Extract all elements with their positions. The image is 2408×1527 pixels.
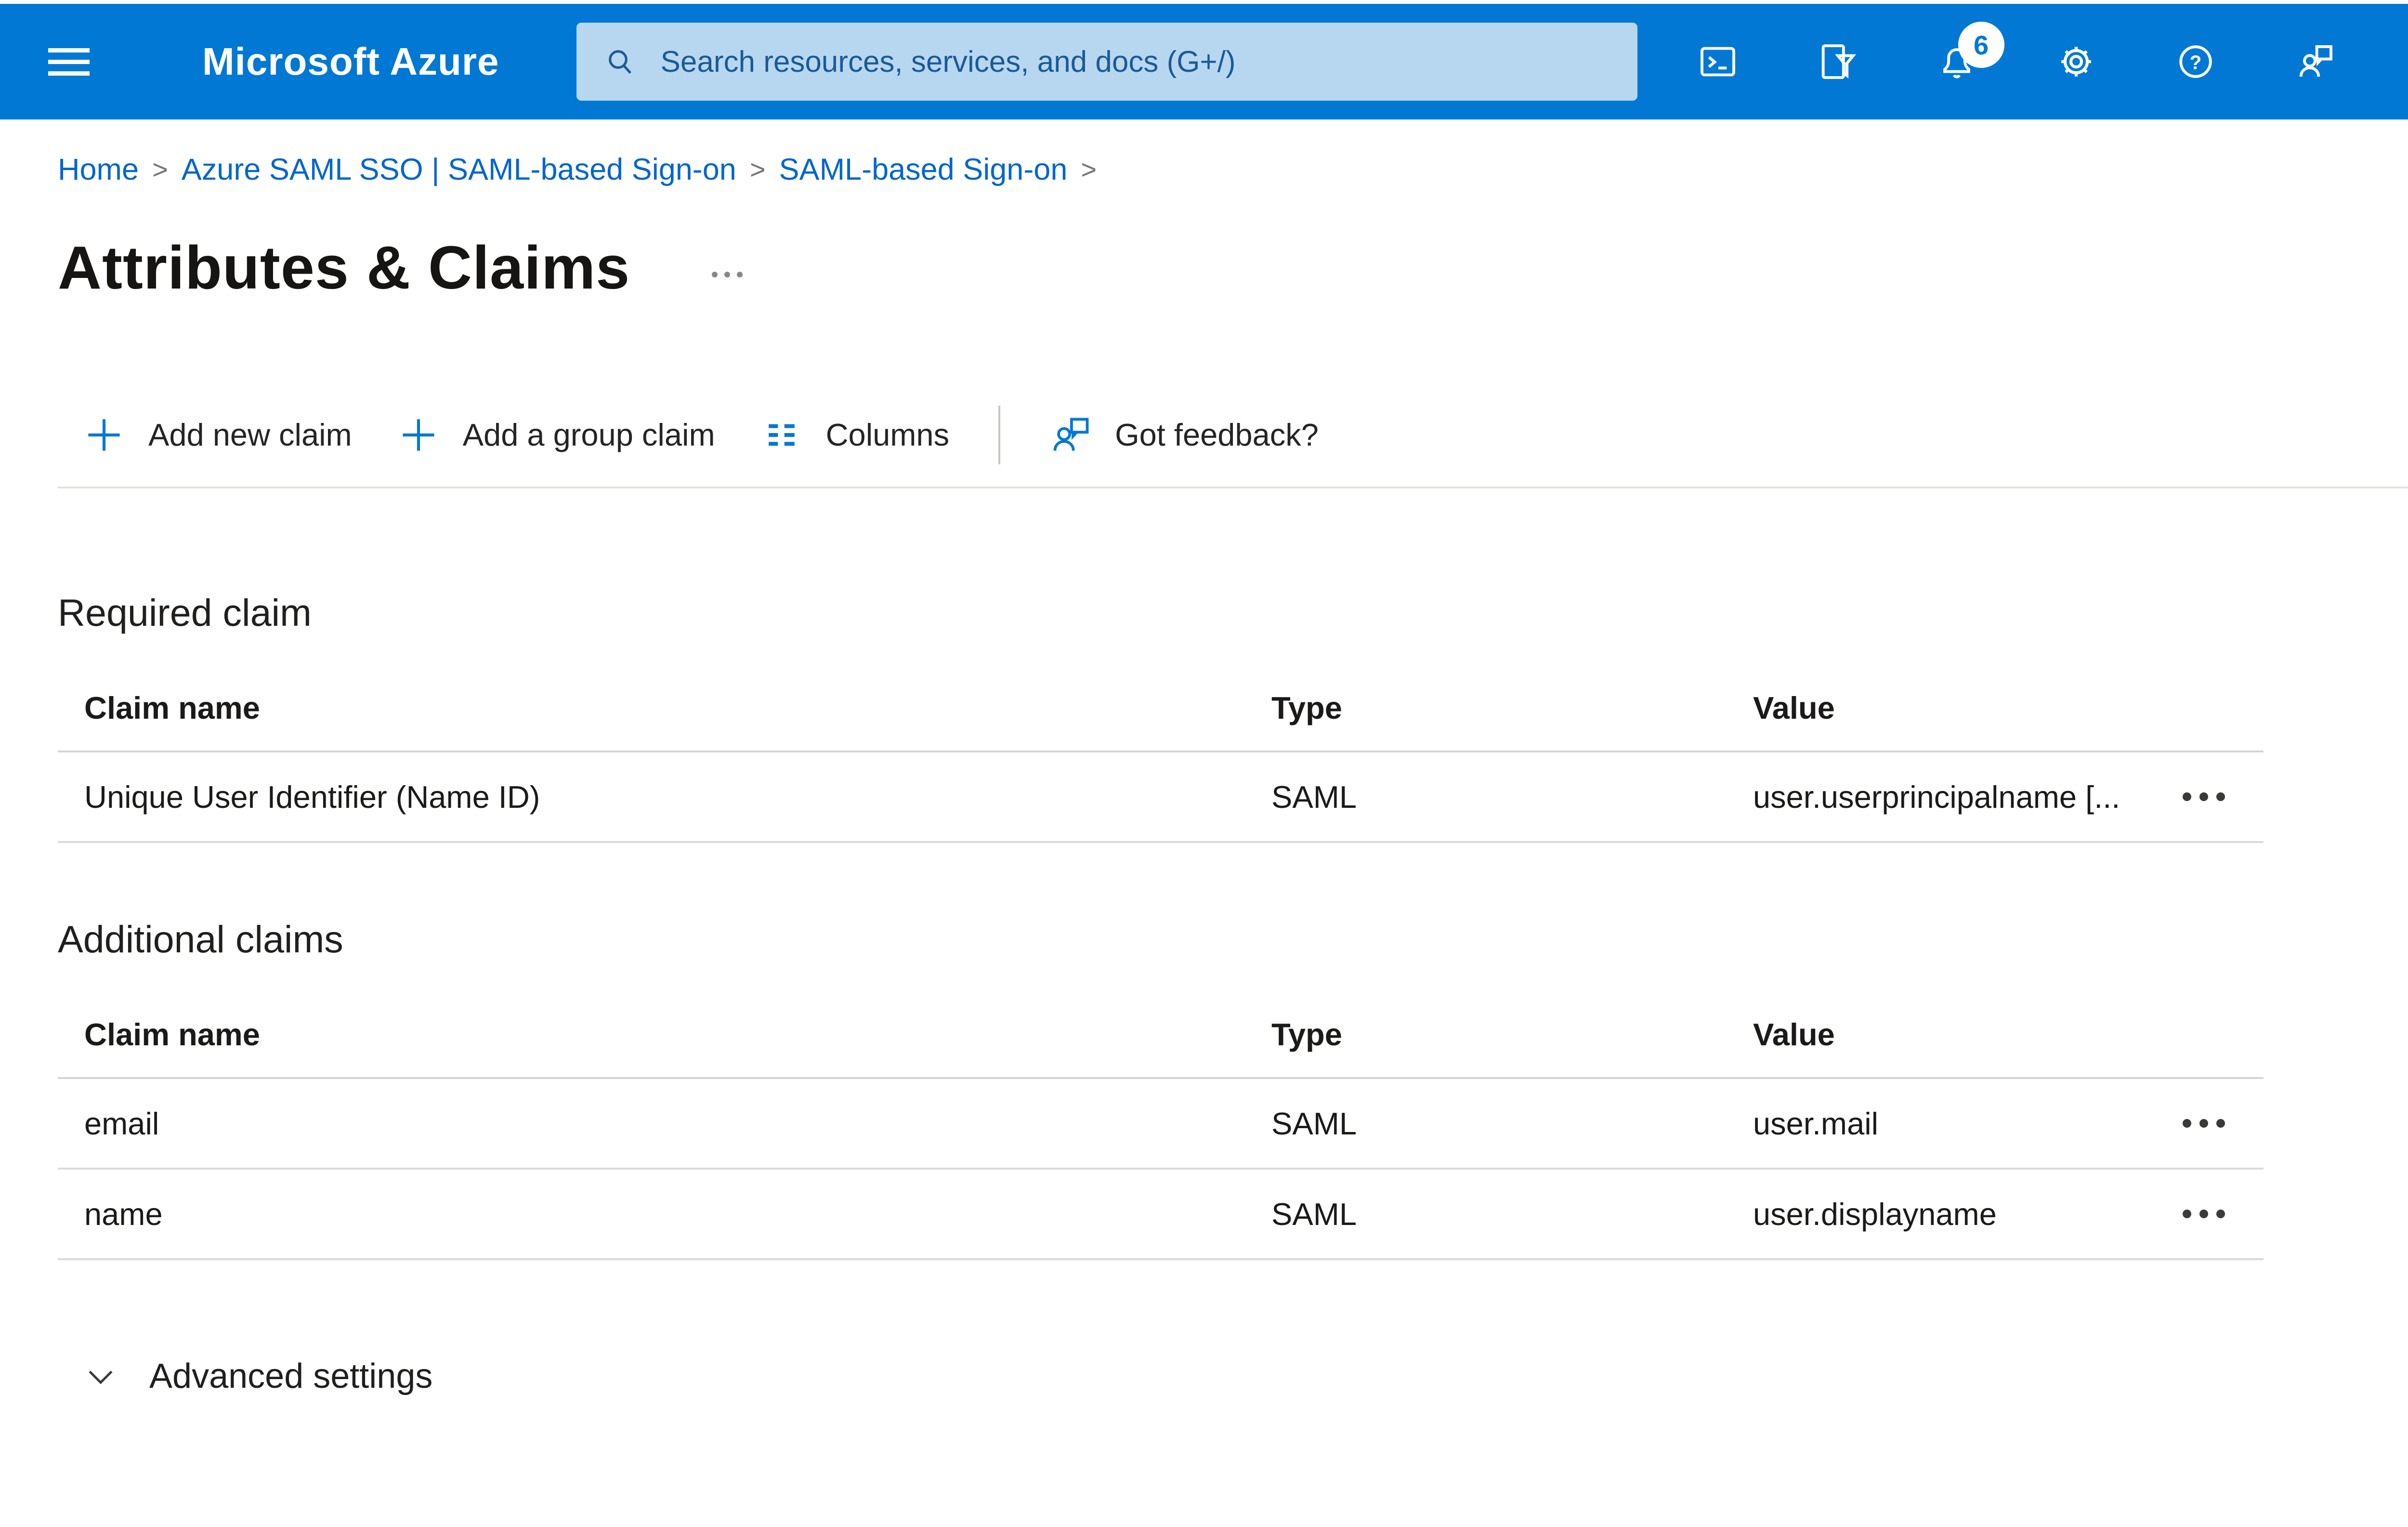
feedback-button[interactable]	[2293, 35, 2337, 88]
breadcrumb-separator: >	[749, 154, 766, 184]
toolbar-rule	[58, 487, 2408, 488]
table-row[interactable]: name SAML user.displayname	[58, 1170, 2264, 1260]
table-header-row: Claim name Type Value	[58, 665, 2264, 752]
brand-title[interactable]: Microsoft Azure	[202, 39, 499, 84]
directory-filter-button[interactable]	[1816, 35, 1859, 88]
column-header-type: Type	[1271, 1016, 1342, 1052]
column-header-value: Value	[1753, 1016, 1835, 1052]
breadcrumb-separator: >	[1081, 154, 1097, 184]
plus-icon	[403, 419, 434, 451]
breadcrumb-separator: >	[152, 154, 168, 184]
columns-button[interactable]: Columns	[759, 413, 949, 457]
command-bar: Add new claim Add a group claim Columns …	[58, 395, 2408, 474]
claim-value-cell: user.mail	[1753, 1106, 1879, 1141]
menu-icon	[48, 48, 90, 53]
breadcrumb-saml-signon[interactable]: SAML-based Sign-on	[779, 150, 1068, 189]
settings-button[interactable]	[2055, 35, 2098, 88]
additional-claims-table: Claim name Type Value email SAML user.ma…	[58, 991, 2264, 1260]
topbar-icon-group: 6 ?	[1696, 22, 2337, 88]
toolbar-divider	[998, 405, 1001, 464]
additional-claims-section: Additional claims Claim name Type Value …	[0, 915, 2408, 1260]
column-header-value: Value	[1753, 690, 1835, 725]
page-title: Attributes & Claims	[58, 233, 630, 302]
claim-type-cell: SAML	[1271, 1106, 1357, 1141]
add-group-claim-button[interactable]: Add a group claim	[396, 413, 715, 457]
column-header-claim-name: Claim name	[84, 690, 260, 725]
column-header-claim-name: Claim name	[84, 1016, 260, 1052]
gear-icon	[2061, 47, 2091, 77]
top-bar: Microsoft Azure Search resources, servic…	[0, 4, 2408, 119]
breadcrumb-app-sso[interactable]: Azure SAML SSO | SAML-based Sign-on	[182, 150, 736, 189]
menu-button[interactable]	[48, 33, 92, 91]
person-feedback-icon	[2299, 45, 2332, 77]
cloud-shell-button[interactable]	[1696, 35, 1740, 88]
claim-name-cell: name	[84, 1196, 163, 1232]
required-claim-table: Claim name Type Value Unique User Identi…	[58, 665, 2264, 843]
more-options-button[interactable]	[2173, 1200, 2235, 1228]
column-header-type: Type	[1271, 690, 1342, 725]
table-header-row: Claim name Type Value	[58, 991, 2264, 1079]
table-row[interactable]: email SAML user.mail	[58, 1079, 2264, 1170]
got-feedback-button[interactable]: Got feedback?	[1048, 413, 1319, 457]
filter-icon	[1821, 44, 1856, 79]
more-options-dots	[2183, 1119, 2191, 1128]
ellipsis-icon	[712, 272, 718, 277]
add-new-claim-button[interactable]: Add new claim	[82, 413, 352, 457]
breadcrumb-home[interactable]: Home	[58, 150, 139, 189]
search-icon	[608, 50, 631, 74]
feedback-icon	[1053, 418, 1089, 451]
help-button[interactable]: ?	[2174, 35, 2217, 88]
required-claim-section: Required claim Claim name Type Value Uni…	[0, 589, 2408, 843]
claim-value-cell: user.userprincipalname [...	[1753, 779, 2120, 815]
svg-text:?: ?	[2189, 51, 2201, 73]
table-row[interactable]: Unique User Identifier (Name ID) SAML us…	[58, 752, 2264, 843]
more-options-dots	[2183, 792, 2191, 801]
page-context-menu-button[interactable]	[712, 257, 743, 277]
chevron-down-icon	[89, 1370, 113, 1384]
claim-name-cell: Unique User Identifier (Name ID)	[84, 779, 540, 815]
claim-type-cell: SAML	[1271, 1196, 1357, 1232]
more-options-button[interactable]	[2173, 783, 2235, 811]
additional-claims-heading: Additional claims	[58, 918, 343, 961]
notification-badge: 6	[1958, 22, 2004, 68]
columns-icon	[768, 424, 795, 446]
claim-type-cell: SAML	[1271, 779, 1357, 815]
notifications-button[interactable]: 6	[1935, 22, 2004, 88]
plus-icon	[88, 419, 120, 451]
required-claim-heading: Required claim	[58, 591, 312, 634]
search-placeholder: Search resources, services, and docs (G+…	[660, 45, 1236, 79]
more-options-button[interactable]	[2173, 1109, 2235, 1137]
breadcrumb: Home > Azure SAML SSO | SAML-based Sign-…	[58, 150, 2408, 189]
claim-name-cell: email	[84, 1106, 159, 1141]
advanced-settings-toggle[interactable]: Advanced settings	[82, 1356, 432, 1396]
more-options-dots	[2183, 1210, 2191, 1218]
search-input[interactable]: Search resources, services, and docs (G+…	[576, 23, 1637, 101]
claim-value-cell: user.displayname	[1753, 1196, 1997, 1232]
help-icon: ?	[2179, 45, 2212, 78]
page-header: Attributes & Claims	[58, 231, 2408, 303]
cloud-shell-icon	[1700, 47, 1735, 77]
